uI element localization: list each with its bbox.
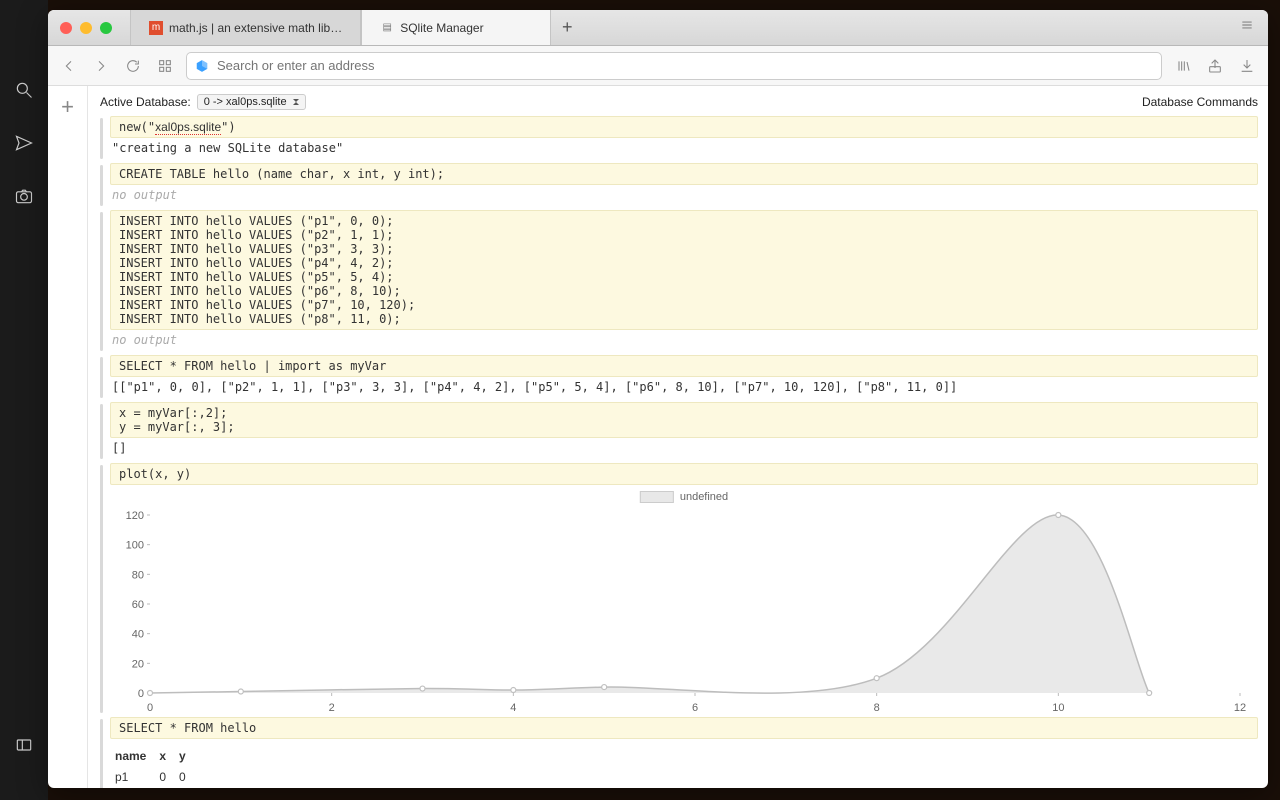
active-db-select[interactable]: 0 -> xal0ps.sqlite	[197, 94, 306, 110]
overflow-menu-icon[interactable]	[1226, 18, 1268, 37]
table-row: p100	[112, 766, 196, 788]
cell-input[interactable]: INSERT INTO hello VALUES ("p1", 0, 0); I…	[110, 210, 1258, 330]
tab-favicon: m	[149, 21, 163, 35]
svg-text:120: 120	[126, 510, 144, 522]
maximize-window-button[interactable]	[100, 22, 112, 34]
database-commands-link[interactable]: Database Commands	[1142, 95, 1258, 109]
svg-text:4: 4	[510, 702, 516, 714]
notebook-cell: SELECT * FROM hello | import as myVar[["…	[98, 355, 1258, 400]
reload-button[interactable]	[122, 55, 144, 77]
table-header: x	[156, 746, 176, 766]
svg-text:60: 60	[132, 599, 144, 611]
share-icon[interactable]	[1204, 55, 1226, 77]
cell-input[interactable]: x = myVar[:,2]; y = myVar[:, 3];	[110, 402, 1258, 438]
cell-output: "creating a new SQLite database"	[110, 138, 1258, 161]
address-input[interactable]	[217, 58, 1153, 73]
active-db-label: Active Database:	[100, 95, 191, 109]
titlebar: m math.js | an extensive math lib… ▤ SQlite…	[48, 10, 1268, 46]
svg-text:6: 6	[692, 702, 698, 714]
notebook-cell: SELECT * FROM hello namexyp100p211p333	[98, 717, 1258, 788]
svg-text:100: 100	[126, 540, 144, 552]
cell-input[interactable]: new("xal0ps.sqlite")	[110, 116, 1258, 138]
tab-title: math.js | an extensive math lib…	[169, 21, 342, 35]
cell-input[interactable]: plot(x, y)	[110, 463, 1258, 485]
back-button[interactable]	[58, 55, 80, 77]
notebook-cell: x = myVar[:,2]; y = myVar[:, 3];[]	[98, 402, 1258, 461]
notebook-cell: new("xal0ps.sqlite")"creating a new SQLi…	[98, 116, 1258, 161]
cell-output: no output	[110, 330, 1258, 353]
site-identity-icon	[195, 59, 209, 73]
download-icon[interactable]	[1236, 55, 1258, 77]
svg-text:0: 0	[147, 702, 153, 714]
forward-button[interactable]	[90, 55, 112, 77]
svg-text:8: 8	[874, 702, 880, 714]
svg-text:80: 80	[132, 569, 144, 581]
notebook-cell: INSERT INTO hello VALUES ("p1", 0, 0); I…	[98, 210, 1258, 353]
close-window-button[interactable]	[60, 22, 72, 34]
svg-text:40: 40	[132, 629, 144, 641]
library-icon[interactable]	[1172, 55, 1194, 77]
svg-text:10: 10	[1052, 702, 1064, 714]
nav-toolbar	[48, 46, 1268, 86]
cell-output: [["p1", 0, 0], ["p2", 1, 1], ["p3", 3, 3…	[110, 377, 1258, 400]
cell-input[interactable]: SELECT * FROM hello | import as myVar	[110, 355, 1258, 377]
svg-text:12: 12	[1234, 702, 1246, 714]
add-cell-gutter[interactable]: +	[48, 86, 88, 788]
cell-output: []	[110, 438, 1258, 461]
result-table: namexyp100p211p333	[112, 746, 196, 788]
plot-output: 0 20 40 60 80 100 120 0 2 4 6 8 10 12 undefined	[110, 485, 1258, 715]
browser-tab[interactable]: ▤ SQlite Manager	[361, 10, 551, 45]
content-area: + Active Database: 0 -> xal0ps.sqlite Da…	[48, 86, 1268, 788]
svg-text:2: 2	[329, 702, 335, 714]
camera-icon[interactable]	[14, 186, 34, 211]
legend-label: undefined	[680, 491, 728, 503]
browser-window: m math.js | an extensive math lib… ▤ SQlite…	[48, 10, 1268, 788]
browser-tab[interactable]: m math.js | an extensive math lib…	[130, 10, 361, 45]
svg-text:0: 0	[138, 688, 144, 700]
send-icon[interactable]	[14, 133, 34, 158]
tab-favicon: ▤	[380, 21, 394, 35]
tab-title: SQlite Manager	[400, 21, 483, 35]
cell-input[interactable]: SELECT * FROM hello	[110, 717, 1258, 739]
cell-input[interactable]: CREATE TABLE hello (name char, x int, y …	[110, 163, 1258, 185]
apps-icon[interactable]	[154, 55, 176, 77]
notebook-main: Active Database: 0 -> xal0ps.sqlite Data…	[88, 86, 1268, 788]
notebook-cell: plot(x, y) 0 20 40 60 80 100 120 0 2 4 6 8 10 12 undefi…	[98, 463, 1258, 715]
minimize-window-button[interactable]	[80, 22, 92, 34]
cell-output: no output	[110, 185, 1258, 208]
new-tab-button[interactable]: +	[551, 17, 583, 38]
table-header: y	[176, 746, 196, 766]
svg-text:20: 20	[132, 658, 144, 670]
table-header: name	[112, 746, 156, 766]
search-icon[interactable]	[14, 80, 34, 105]
os-sidebar	[0, 0, 48, 800]
cell-output: namexyp100p211p333	[110, 739, 1258, 788]
legend-swatch	[640, 491, 674, 503]
address-bar[interactable]	[186, 52, 1162, 80]
notebook-cell: CREATE TABLE hello (name char, x int, y …	[98, 163, 1258, 208]
plot-legend: undefined	[640, 491, 728, 503]
panel-icon[interactable]	[14, 735, 34, 760]
